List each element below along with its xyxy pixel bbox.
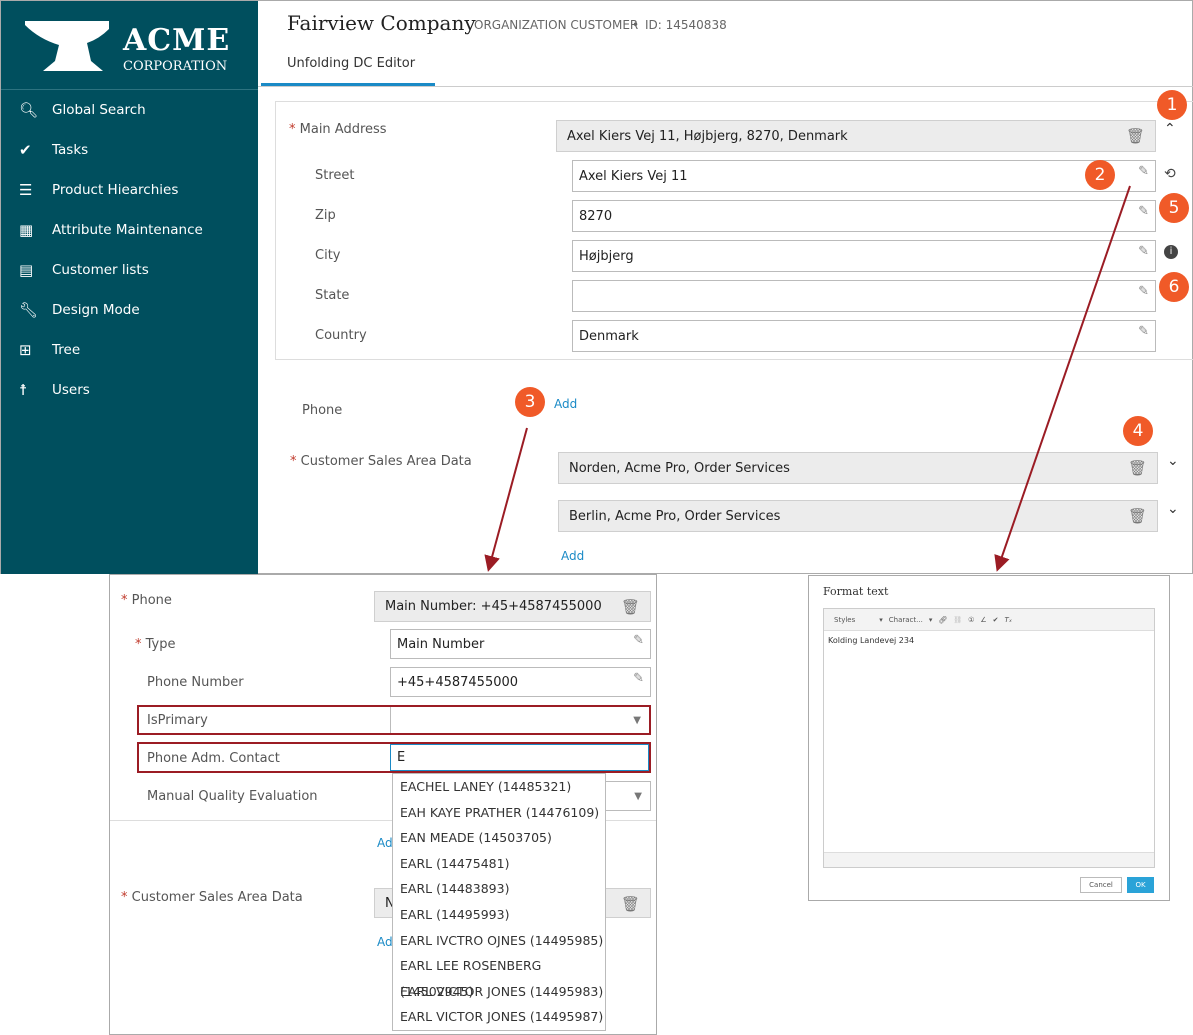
arrow xyxy=(994,185,1131,572)
callout-badge: 3 xyxy=(515,387,545,417)
arrow xyxy=(484,427,528,572)
callout-badge: 1 xyxy=(1157,90,1187,120)
callout-badge: 6 xyxy=(1159,272,1189,302)
callout-badge: 2 xyxy=(1085,160,1115,190)
annotation-arrows xyxy=(484,185,1131,572)
callout-badge: 5 xyxy=(1159,193,1189,223)
callout-badge: 4 xyxy=(1123,416,1153,446)
